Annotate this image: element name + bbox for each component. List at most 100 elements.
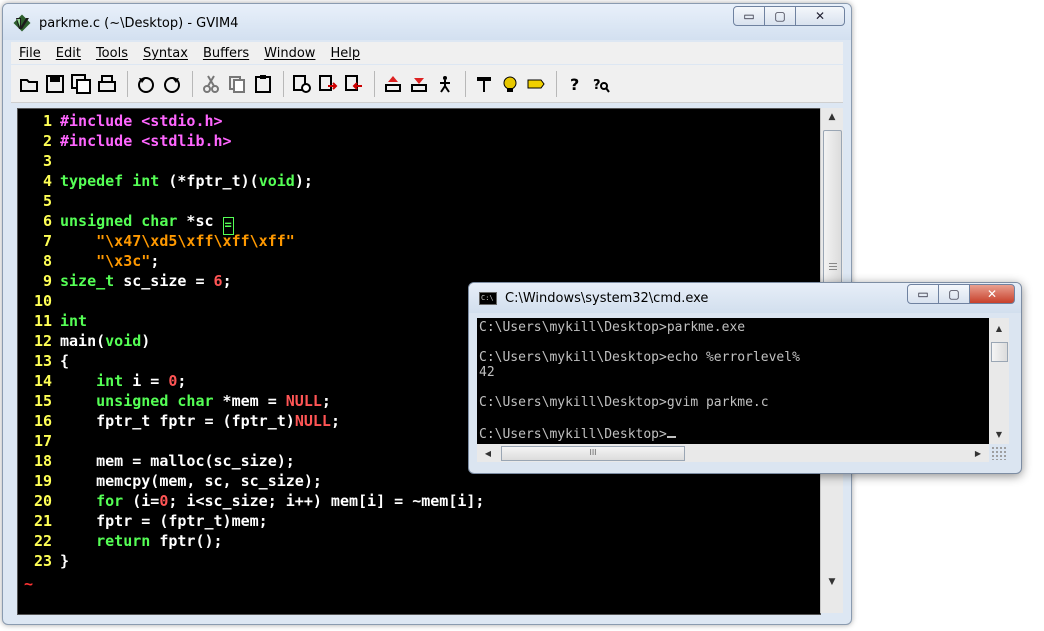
minimize-button[interactable]: ▭: [733, 6, 765, 26]
copy-icon[interactable]: [225, 72, 249, 96]
code-line[interactable]: 21 fptr = (fptr_t)mem;: [18, 511, 484, 531]
build-tags-icon[interactable]: [498, 72, 522, 96]
code-line[interactable]: 2 #include <stdlib.h>: [18, 131, 484, 151]
code-token: NULL: [294, 412, 331, 430]
menu-file[interactable]: File: [19, 46, 41, 61]
code-line[interactable]: 11 int: [18, 311, 484, 331]
help-icon[interactable]: ?: [563, 72, 587, 96]
code-token: int: [60, 312, 88, 330]
code-buffer[interactable]: 1 #include <stdio.h> 2 #include <stdlib.h> 3…: [18, 111, 485, 571]
save-icon[interactable]: [43, 72, 67, 96]
menu-buffers[interactable]: Buffers: [203, 46, 249, 61]
scroll-down-arrow-icon[interactable]: ▼: [821, 573, 843, 591]
code-token: main(: [60, 332, 106, 350]
cmd-minimize-button[interactable]: ▭: [907, 284, 939, 304]
make-icon[interactable]: [472, 72, 496, 96]
line-number: 4: [42, 172, 52, 190]
resize-grip-icon[interactable]: [991, 446, 1007, 460]
code-line[interactable]: 1 #include <stdio.h>: [18, 111, 484, 131]
menu-syntax[interactable]: Syntax: [143, 46, 188, 61]
menu-tools[interactable]: Tools: [96, 46, 128, 61]
end-of-buffer-tilde: ~: [24, 575, 34, 593]
toolbar-separator: [192, 70, 193, 97]
cmd-window-title: C:\Windows\system32\cmd.exe: [505, 291, 709, 306]
scroll-up-arrow-icon[interactable]: ▲: [821, 108, 843, 126]
code-line[interactable]: 10: [18, 291, 484, 311]
code-line[interactable]: 17: [18, 431, 484, 451]
cmd-scroll-down-icon[interactable]: ▼: [989, 426, 1009, 442]
maximize-button[interactable]: ▢: [764, 6, 796, 26]
code-line[interactable]: 18 mem = malloc(sc_size);: [18, 451, 484, 471]
cmd-scrollbar-thumb[interactable]: [991, 342, 1008, 362]
gvim-titlebar[interactable]: parkme.c (~\Desktop) - GVIM4 ▭ ▢ ✕: [3, 4, 851, 40]
code-line[interactable]: 3: [18, 151, 484, 171]
find-help-icon[interactable]: ?: [589, 72, 613, 96]
code-line[interactable]: 9 size_t sc_size = 6;: [18, 271, 484, 291]
code-token: ): [141, 332, 151, 350]
line-number: 2: [42, 132, 52, 150]
cmd-titlebar[interactable]: C:\ C:\Windows\system32\cmd.exe ▭ ▢ ✕: [469, 283, 1021, 313]
code-line[interactable]: 15 unsigned char *mem = NULL;: [18, 391, 484, 411]
save-all-icon[interactable]: [69, 72, 93, 96]
code-line[interactable]: 5: [18, 191, 484, 211]
cmd-window: C:\ C:\Windows\system32\cmd.exe ▭ ▢ ✕ C:…: [468, 282, 1022, 474]
cut-icon[interactable]: [199, 72, 223, 96]
find-prev-icon[interactable]: [342, 72, 366, 96]
console-prompt-line[interactable]: C:\Users\mykill\Desktop>: [479, 425, 987, 442]
code-line[interactable]: 4 typedef int (*fptr_t)(void);: [18, 171, 484, 191]
find-next-icon[interactable]: [316, 72, 340, 96]
code-line[interactable]: 20 for (i=0; i<sc_size; i++) mem[i] = ~m…: [18, 491, 485, 511]
open-icon[interactable]: [17, 72, 41, 96]
code-line[interactable]: 14 int i = 0;: [18, 371, 484, 391]
code-token: #include <stdio.h>: [60, 112, 223, 130]
code-line[interactable]: 23}: [18, 551, 484, 571]
code-token: *mem =: [213, 392, 286, 410]
cmd-hscroll-thumb[interactable]: III: [501, 446, 685, 461]
toolbar-separator: [283, 70, 284, 97]
save-session-icon[interactable]: [407, 72, 431, 96]
cmd-scroll-right-icon[interactable]: ▶: [969, 444, 987, 462]
code-line[interactable]: 13 {: [18, 351, 484, 371]
line-number: 14: [33, 372, 52, 390]
cmd-close-button[interactable]: ✕: [969, 284, 1015, 304]
code-line[interactable]: 16 fptr_t fptr = (fptr_t)NULL;: [18, 411, 484, 431]
menu-window[interactable]: Window: [264, 46, 315, 61]
cmd-horizontal-scrollbar[interactable]: ◀ III ▶: [477, 444, 989, 462]
redo-icon[interactable]: [160, 72, 184, 96]
undo-icon[interactable]: [134, 72, 158, 96]
code-line[interactable]: 7 "\x47\xd5\xff\xff\xff": [18, 231, 484, 251]
close-button[interactable]: ✕: [795, 6, 845, 26]
find-replace-icon[interactable]: [290, 72, 314, 96]
code-line[interactable]: 6 unsigned char *sc =: [18, 211, 484, 235]
print-icon[interactable]: [95, 72, 119, 96]
code-line[interactable]: 12 main(void): [18, 331, 484, 351]
paste-icon[interactable]: [251, 72, 275, 96]
code-line[interactable]: 8 "\x3c";: [18, 251, 484, 271]
console-output[interactable]: C:\Users\mykill\Desktop>parkme.exe C:\Use…: [477, 318, 989, 444]
code-token: ;: [330, 412, 340, 430]
code-line[interactable]: 22 return fptr();: [18, 531, 484, 551]
line-number: 21: [33, 512, 52, 530]
cmd-scroll-up-icon[interactable]: ▲: [989, 320, 1009, 336]
console-cursor: [666, 425, 676, 438]
menu-edit[interactable]: Edit: [56, 46, 81, 61]
code-line[interactable]: 19 memcpy(mem, sc, sc_size);: [18, 471, 484, 491]
load-session-icon[interactable]: [381, 72, 405, 96]
cmd-vertical-scrollbar[interactable]: ▲ ▼: [989, 318, 1009, 444]
jump-tag-icon[interactable]: [524, 72, 548, 96]
menu-help[interactable]: Help: [330, 46, 360, 61]
cmd-scroll-left-icon[interactable]: ◀: [479, 444, 497, 462]
code-token: *sc: [177, 212, 223, 230]
run-script-icon[interactable]: [433, 72, 457, 96]
window-title: parkme.c (~\Desktop) - GVIM4: [39, 16, 239, 31]
line-number: 11: [33, 312, 52, 330]
cmd-maximize-button[interactable]: ▢: [938, 284, 970, 304]
code-token: {: [60, 352, 70, 370]
code-token: 6: [213, 272, 223, 290]
